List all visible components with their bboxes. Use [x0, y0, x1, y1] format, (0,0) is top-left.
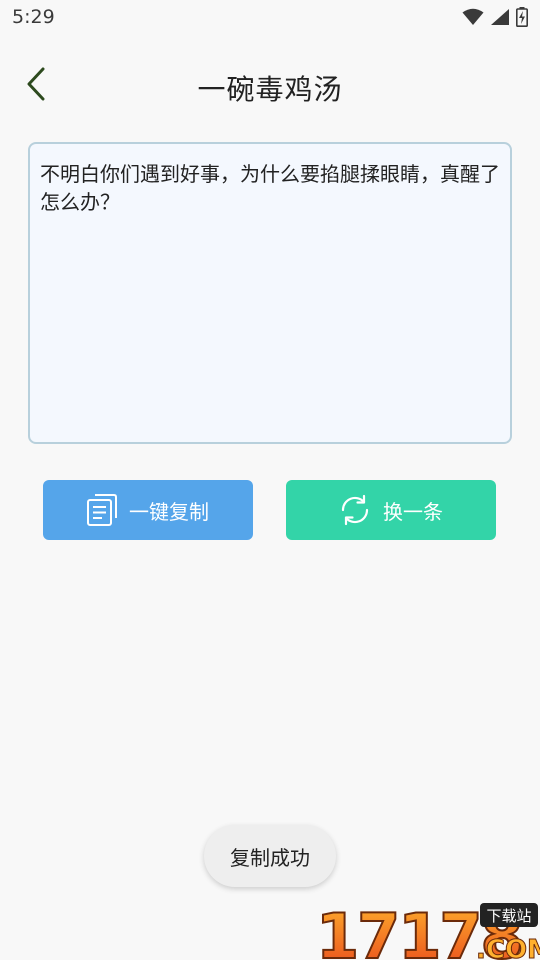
copy-button-label: 一键复制	[129, 499, 209, 524]
document-copy-icon	[87, 494, 117, 526]
status-bar: 5:29	[0, 0, 540, 36]
copy-button[interactable]: 一键复制	[43, 480, 253, 540]
signal-icon	[490, 8, 510, 30]
status-time: 5:29	[12, 6, 55, 28]
quote-text: 不明白你们遇到好事，为什么要掐腿揉眼睛，真醒了怎么办？	[40, 162, 500, 214]
refresh-icon	[339, 494, 371, 526]
svg-text:下载站: 下载站	[486, 907, 531, 925]
next-quote-button[interactable]: 换一条	[286, 480, 496, 540]
watermark-logo: 17178 下载站 .COM	[315, 899, 540, 960]
wifi-icon	[462, 8, 484, 30]
next-quote-button-label: 换一条	[383, 499, 443, 524]
app-screen: 5:29 一碗毒鸡汤 不明白你们遇到好事，为什么要掐腿揉眼睛，真醒了怎么办？ 一…	[0, 0, 540, 960]
battery-icon	[516, 7, 528, 31]
page-title: 一碗毒鸡汤	[197, 73, 343, 106]
header-bar: 一碗毒鸡汤	[0, 50, 540, 122]
status-icons	[462, 7, 528, 31]
quote-text-box[interactable]: 不明白你们遇到好事，为什么要掐腿揉眼睛，真醒了怎么办？	[28, 142, 512, 444]
toast-message: 复制成功	[204, 825, 336, 887]
toast-text: 复制成功	[230, 845, 310, 870]
svg-text:.COM: .COM	[476, 935, 540, 960]
